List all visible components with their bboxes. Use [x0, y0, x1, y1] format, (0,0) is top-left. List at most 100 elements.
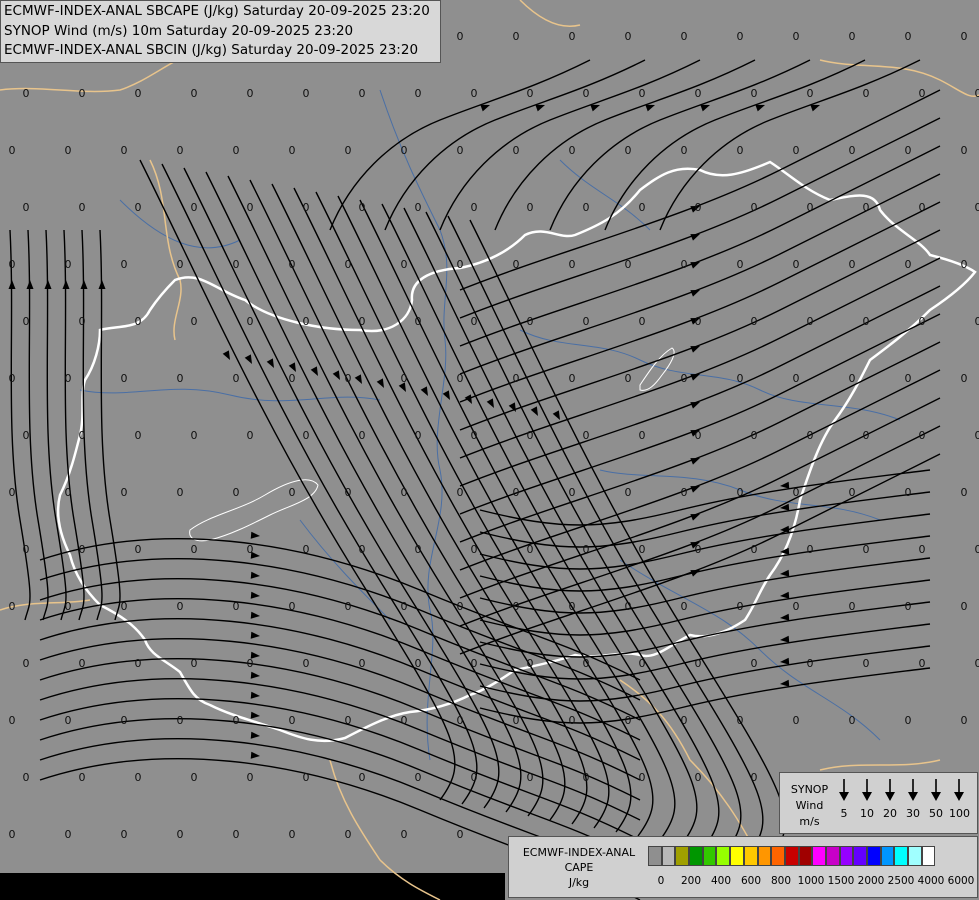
grid-value: 0 [793, 486, 800, 499]
grid-value: 0 [513, 372, 520, 385]
grid-value: 0 [359, 657, 366, 670]
grid-value: 0 [345, 258, 352, 271]
grid-value: 0 [583, 771, 590, 784]
grid-value: 0 [513, 144, 520, 157]
map-canvas[interactable]: 0 0 0 0 0 0 0 0 0 0 0 0 0 0 0 0 0 0 0 0 0 0 0 0 0 0 0 0 0 0 0 0 0 0 0 0 0 0 0 0… [0, 0, 979, 900]
grid-value: 0 [905, 372, 912, 385]
grid-value: 0 [233, 714, 240, 727]
cape-legend-line: ECMWF-INDEX-ANAL [522, 846, 636, 859]
cape-swatch [743, 846, 758, 866]
synop-legend-title: SYNOP Wind m/s [782, 782, 837, 830]
grid-value: 0 [135, 771, 142, 784]
grid-value: 0 [9, 372, 16, 385]
grid-value: 0 [527, 429, 534, 442]
grid-value: 0 [303, 657, 310, 670]
grid-value: 0 [681, 144, 688, 157]
grid-value: 0 [233, 144, 240, 157]
grid-value: 0 [191, 201, 198, 214]
grid-value: 0 [527, 657, 534, 670]
grid-value: 0 [625, 258, 632, 271]
grid-value: 0 [919, 657, 926, 670]
grid-value: 0 [233, 258, 240, 271]
grid-value: 0 [681, 600, 688, 613]
grid-value: 0 [191, 657, 198, 670]
cape-swatch [867, 846, 881, 866]
grid-value: 0 [583, 543, 590, 556]
cape-swatch [825, 846, 840, 866]
grid-value: 0 [863, 543, 870, 556]
grid-value: 0 [65, 486, 72, 499]
grid-value: 0 [681, 258, 688, 271]
grid-value: 0 [471, 201, 478, 214]
grid-value: 0 [135, 429, 142, 442]
grid-value: 0 [79, 87, 86, 100]
grid-value: 0 [303, 87, 310, 100]
grid-value: 0 [961, 258, 968, 271]
grid-value: 0 [401, 600, 408, 613]
grid-value: 0 [303, 315, 310, 328]
grid-value: 0 [807, 429, 814, 442]
grid-value: 0 [583, 315, 590, 328]
cape-swatch [675, 846, 690, 866]
grid-value: 0 [457, 600, 464, 613]
grid-value: 0 [79, 543, 86, 556]
grid-value: 0 [457, 372, 464, 385]
grid-value: 0 [65, 714, 72, 727]
grid-value: 0 [625, 30, 632, 43]
grid-value: 0 [695, 315, 702, 328]
grid-value: 0 [625, 372, 632, 385]
grid-value: 0 [247, 429, 254, 442]
grid-value: 0 [23, 201, 30, 214]
grid-value: 0 [569, 600, 576, 613]
grid-value: 0 [247, 87, 254, 100]
grid-value: 0 [23, 657, 30, 670]
grid-value: 0 [527, 201, 534, 214]
grid-value: 0 [135, 543, 142, 556]
grid-value: 0 [9, 258, 16, 271]
grid-value: 0 [65, 600, 72, 613]
grid-value: 0 [849, 258, 856, 271]
grid-value: 0 [695, 87, 702, 100]
grid-value: 0 [415, 87, 422, 100]
grid-value: 0 [905, 714, 912, 727]
grid-value: 0 [751, 315, 758, 328]
cape-tick-label: 800 [770, 875, 792, 887]
wind-speed-label: 30 [906, 807, 920, 820]
grid-value: 0 [191, 87, 198, 100]
grid-value: 0 [639, 201, 646, 214]
grid-value: 0 [247, 657, 254, 670]
grid-value: 0 [121, 144, 128, 157]
grid-value: 0 [849, 144, 856, 157]
grid-value: 0 [9, 144, 16, 157]
grid-value: 0 [303, 201, 310, 214]
grid-value: 0 [65, 828, 72, 841]
cape-swatch [798, 846, 813, 866]
grid-value: 0 [289, 144, 296, 157]
cape-color-scale [648, 846, 936, 866]
grid-value: 0 [233, 600, 240, 613]
grid-value: 0 [919, 315, 926, 328]
grid-value: 0 [23, 87, 30, 100]
grid-value: 0 [961, 30, 968, 43]
grid-value: 0 [177, 486, 184, 499]
cape-tick-label: 1000 [797, 875, 825, 887]
grid-value: 0 [793, 258, 800, 271]
grid-value: 0 [247, 315, 254, 328]
cape-legend-line: CAPE [564, 861, 594, 874]
grid-value: 0 [681, 30, 688, 43]
grid-value: 0 [289, 486, 296, 499]
cape-swatch [894, 846, 909, 866]
grid-value: 0 [191, 543, 198, 556]
grid-value: 0 [513, 600, 520, 613]
grid-value: 0 [975, 429, 979, 442]
grid-value: 0 [751, 657, 758, 670]
grid-value: 0 [177, 372, 184, 385]
cape-tick-label: 200 [680, 875, 702, 887]
grid-value: 0 [289, 258, 296, 271]
grid-value: 0 [681, 714, 688, 727]
grid-value: 0 [345, 372, 352, 385]
grid-value: 0 [807, 657, 814, 670]
cape-tick-label: 1500 [827, 875, 855, 887]
grid-value: 0 [625, 486, 632, 499]
grid-value: 0 [79, 201, 86, 214]
